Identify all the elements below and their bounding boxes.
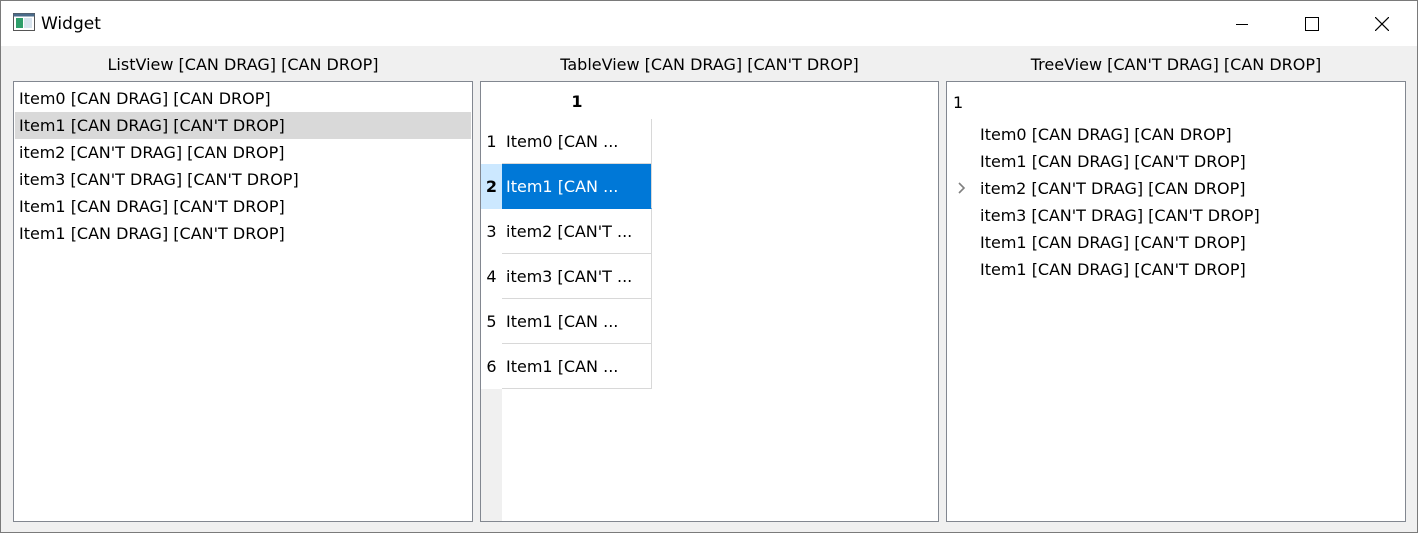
tree-item[interactable]: Item0 [CAN DRAG] [CAN DROP] — [980, 121, 1232, 148]
expand-arrow-icon[interactable] — [957, 181, 967, 195]
minimize-icon — [1236, 23, 1248, 25]
tree-item[interactable]: item2 [CAN'T DRAG] [CAN DROP] — [980, 175, 1246, 202]
tree-header[interactable]: 1 — [953, 92, 963, 114]
table-cell[interactable]: Item0 [CAN ... — [502, 119, 652, 164]
tree-item[interactable]: Item1 [CAN DRAG] [CAN'T DROP] — [980, 229, 1246, 256]
tree-item[interactable]: Item1 [CAN DRAG] [CAN'T DROP] — [980, 148, 1246, 175]
minimize-button[interactable] — [1207, 1, 1277, 46]
tree-item[interactable]: Item1 [CAN DRAG] [CAN'T DROP] — [980, 256, 1246, 283]
table-cell[interactable]: Item1 [CAN ... — [502, 344, 652, 389]
table-view[interactable]: 1 1 Item0 [CAN ... 2 Item1 [CAN ... 3 item2 [… — [480, 81, 939, 522]
row-header-3[interactable]: 3 — [481, 209, 502, 254]
table-cell[interactable]: item3 [CAN'T ... — [502, 254, 652, 299]
row-header-5[interactable]: 5 — [481, 299, 502, 344]
row-header-2[interactable]: 2 — [481, 164, 502, 209]
title-bar[interactable]: Widget — [1, 1, 1417, 46]
list-item[interactable]: item3 [CAN'T DRAG] [CAN'T DROP] — [15, 166, 471, 193]
close-icon — [1375, 16, 1389, 31]
widget-window: Widget ListView [CAN DRAG] [CAN DROP] It… — [0, 0, 1418, 533]
list-item[interactable]: Item1 [CAN DRAG] [CAN'T DROP] — [15, 193, 471, 220]
window-title: Widget — [41, 14, 101, 34]
close-button[interactable] — [1347, 1, 1417, 46]
list-item[interactable]: Item1 [CAN DRAG] [CAN'T DROP] — [15, 220, 471, 247]
list-view-caption: ListView [CAN DRAG] [CAN DROP] — [107, 55, 379, 74]
row-header-6[interactable]: 6 — [481, 344, 502, 389]
tree-item[interactable]: item3 [CAN'T DRAG] [CAN'T DROP] — [980, 202, 1260, 229]
column-header[interactable]: 1 — [502, 82, 652, 119]
list-item[interactable]: Item0 [CAN DRAG] [CAN DROP] — [15, 85, 471, 112]
table-corner-button[interactable] — [481, 82, 502, 119]
row-header-4[interactable]: 4 — [481, 254, 502, 299]
list-item[interactable]: item2 [CAN'T DRAG] [CAN DROP] — [15, 139, 471, 166]
table-cell[interactable]: item2 [CAN'T ... — [502, 209, 652, 254]
list-item[interactable]: Item1 [CAN DRAG] [CAN'T DROP] — [15, 112, 471, 139]
tree-view[interactable]: 1 Item0 [CAN DRAG] [CAN DROP] Item1 [CAN … — [946, 81, 1406, 522]
table-view-caption: TableView [CAN DRAG] [CAN'T DROP] — [560, 55, 859, 74]
list-view[interactable]: Item0 [CAN DRAG] [CAN DROP] Item1 [CAN DR… — [13, 81, 473, 522]
table-cell[interactable]: Item1 [CAN ... — [502, 164, 652, 209]
table-cell[interactable]: Item1 [CAN ... — [502, 299, 652, 344]
row-header-1[interactable]: 1 — [481, 119, 502, 164]
tree-view-caption: TreeView [CAN'T DRAG] [CAN DROP] — [1030, 55, 1322, 74]
maximize-button[interactable] — [1277, 1, 1347, 46]
maximize-icon — [1305, 16, 1319, 31]
app-icon — [13, 13, 35, 31]
